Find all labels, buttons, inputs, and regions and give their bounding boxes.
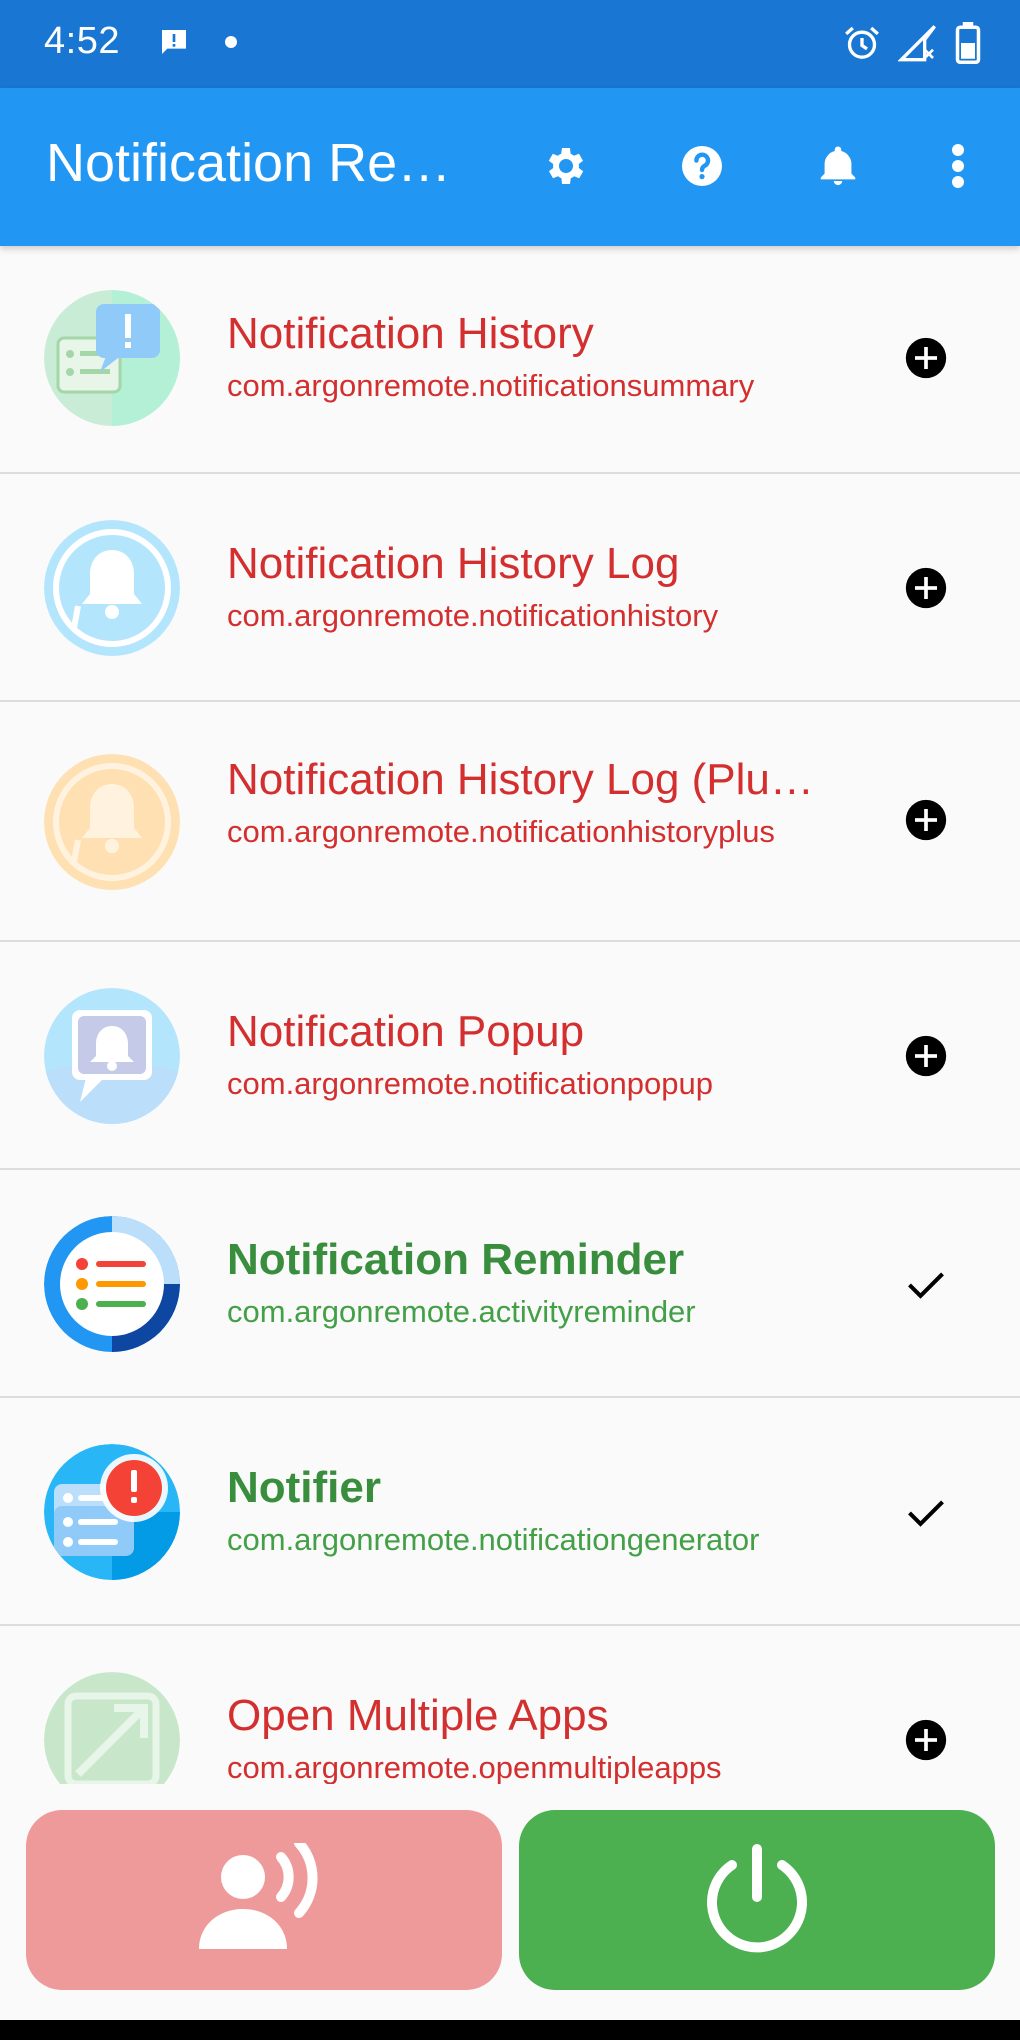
- list-item[interactable]: Notifier com.argonremote.notificationgen…: [0, 1398, 1020, 1626]
- app-title: Notification Re…: [46, 133, 452, 193]
- more-vert-icon: [948, 142, 968, 195]
- list-item[interactable]: Notification History Log com.argonremote…: [0, 474, 1020, 702]
- message-alert-icon: [158, 26, 190, 63]
- status-bar: 4:52: [0, 0, 1020, 88]
- list-item[interactable]: Notification History Log (Plu… com.argon…: [0, 702, 1020, 942]
- app-name: Notifier: [227, 1463, 381, 1512]
- open-multiple-apps-app-icon: [44, 1672, 180, 1784]
- notification-history-log-app-icon: [44, 520, 180, 656]
- dot-icon: [224, 35, 238, 54]
- check-icon: [904, 1262, 948, 1311]
- list-item[interactable]: Notification Reminder com.argonremote.ac…: [0, 1170, 1020, 1398]
- add-circle-icon: [904, 1034, 948, 1083]
- app-package: com.argonremote.notificationhistoryplus: [227, 814, 775, 849]
- power-button[interactable]: [519, 1810, 995, 1990]
- notifier-app-icon: [44, 1444, 180, 1580]
- list-item[interactable]: Notification History com.argonremote.not…: [0, 246, 1020, 474]
- add-app-button[interactable]: [902, 798, 950, 846]
- app-package: com.argonremote.notificationsummary: [227, 368, 755, 403]
- power-icon: [702, 1843, 812, 1958]
- add-circle-icon: [904, 798, 948, 847]
- list-item[interactable]: Open Multiple Apps com.argonremote.openm…: [0, 1626, 1020, 1784]
- signal-icon: [897, 23, 938, 68]
- help-button[interactable]: [670, 136, 734, 200]
- voice-button[interactable]: [26, 1810, 502, 1990]
- list-item[interactable]: Notification Popup com.argonremote.notif…: [0, 942, 1020, 1170]
- notifications-button[interactable]: [806, 136, 870, 200]
- app-package: com.argonremote.notificationgenerator: [227, 1522, 760, 1557]
- app-package: com.argonremote.notificationhistory: [227, 598, 719, 633]
- voice-person-icon: [199, 1837, 329, 1958]
- app-name: Notification History Log (Plu…: [227, 755, 814, 804]
- bell-icon: [815, 143, 861, 194]
- app-package: com.argonremote.notificationpopup: [227, 1066, 713, 1101]
- notification-reminder-app-icon: [44, 1216, 180, 1352]
- app-list: Notification History com.argonremote.not…: [0, 246, 1020, 1784]
- battery-icon: [954, 22, 982, 69]
- add-circle-icon: [904, 1718, 948, 1767]
- add-app-button[interactable]: [902, 1034, 950, 1082]
- status-time: 4:52: [44, 20, 120, 62]
- installed-indicator: [902, 1490, 950, 1538]
- app-name: Notification History Log: [227, 539, 680, 588]
- installed-indicator: [902, 1262, 950, 1310]
- app-name: Notification Reminder: [227, 1235, 685, 1284]
- help-icon: [678, 142, 726, 195]
- app-bar: Notification Re…: [0, 88, 1020, 246]
- add-app-button[interactable]: [902, 1718, 950, 1766]
- add-app-button[interactable]: [902, 336, 950, 384]
- alarm-icon: [842, 23, 882, 68]
- bottom-bar: [0, 1784, 1020, 2020]
- navigation-bar: [0, 2020, 1020, 2040]
- add-circle-icon: [904, 336, 948, 385]
- check-icon: [904, 1490, 948, 1539]
- app-name: Notification Popup: [227, 1007, 585, 1056]
- notification-history-log-plus-app-icon: [44, 754, 180, 890]
- notification-history-app-icon: [44, 290, 180, 426]
- settings-button[interactable]: [534, 136, 598, 200]
- app-name: Open Multiple Apps: [227, 1691, 609, 1740]
- settings-icon: [542, 142, 590, 195]
- more-options-button[interactable]: [926, 136, 990, 200]
- add-app-button[interactable]: [902, 566, 950, 614]
- add-circle-icon: [904, 566, 948, 615]
- notification-popup-app-icon: [44, 988, 180, 1124]
- app-package: com.argonremote.openmultipleapps: [227, 1750, 722, 1784]
- app-package: com.argonremote.activityreminder: [227, 1294, 696, 1329]
- app-name: Notification History: [227, 309, 594, 358]
